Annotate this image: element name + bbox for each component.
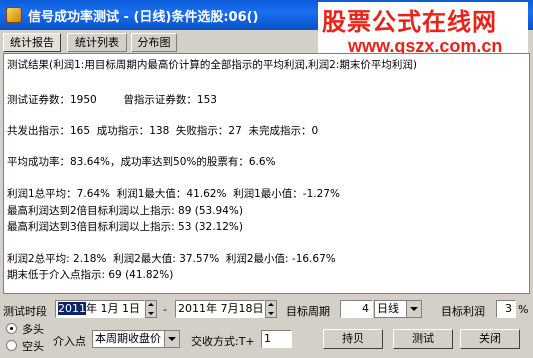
report-line: 期末低于介入点指示: 69 (41.82%) — [7, 269, 174, 281]
entry-point-select[interactable]: 本周期收盘价 — [92, 330, 180, 348]
chevron-down-icon — [164, 331, 179, 347]
test-button[interactable]: 测试 — [393, 329, 453, 349]
start-year: 2011 — [58, 302, 86, 315]
report-line: 平均成功率：83.64%，成功率达到50%的股票有：6.6% — [7, 156, 276, 168]
hold-button[interactable]: 持贝 — [323, 329, 383, 349]
report-line: 利润1总平均：7.64% 利润1最大值：41.62% 利润1最小值：-1.27% — [7, 188, 340, 200]
target-period-label: 目标周期 — [286, 305, 330, 318]
tab-distribution[interactable]: 分布图 — [131, 33, 177, 52]
target-period-input[interactable]: 4 — [340, 300, 373, 318]
report-line: 测试证券数：1950 曾指示证券数：153 — [7, 94, 217, 106]
period-unit-select[interactable]: 日线 — [374, 300, 422, 318]
app-icon — [6, 7, 22, 23]
report-line: 利润2总平均: 2.18% 利润2最大值: 37.57% 利润2最小值: -16… — [7, 253, 336, 265]
target-profit-input[interactable]: 3 — [496, 300, 516, 318]
window-title: 信号成功率测试 - (日线)条件选股:06() — [28, 10, 259, 25]
start-date-input[interactable]: 2011年 1月 1日 — [55, 300, 145, 318]
report-line: 最高利润达到3倍目标利润以上指示: 53 (32.12%) — [7, 221, 243, 233]
report-line: 测试结果(利润1:用目标周期内最高价计算的全部指示的平均利润,利润2:期末价平均… — [7, 59, 417, 71]
date-separator: - — [163, 303, 167, 316]
short-radio[interactable] — [6, 340, 17, 351]
close-button[interactable]: 关闭 — [460, 329, 520, 349]
report-line: 共发出指示：165 成功指示：138 失败指示：27 未完成指示：0 — [7, 125, 319, 137]
percent-label: % — [518, 303, 529, 316]
report-line: 最高利润达到2倍目标利润以上指示: 89 (53.94%) — [7, 205, 243, 217]
entry-label: 介入点 — [53, 335, 86, 348]
watermark-text: 股票公式在线网 — [322, 8, 497, 36]
target-profit-label: 目标利润 — [441, 305, 485, 318]
entry-point-value: 本周期收盘价 — [95, 332, 161, 345]
trade-days-input[interactable]: 1 — [261, 330, 292, 348]
long-label: 多头 — [22, 323, 44, 336]
end-date-spinner[interactable] — [265, 300, 277, 318]
start-date-rest: 年 1月 1日 — [86, 302, 140, 315]
end-date-input[interactable]: 2011年 7月18日 — [175, 300, 265, 318]
trade-label: 交收方式:T+ — [191, 335, 255, 348]
short-label: 空头 — [22, 340, 44, 353]
long-radio[interactable] — [6, 323, 17, 334]
start-date-spinner[interactable] — [145, 300, 157, 318]
period-label: 测试时段 — [3, 305, 47, 318]
report-panel: 测试结果(利润1:用目标周期内最高价计算的全部指示的平均利润,利润2:期末价平均… — [3, 53, 530, 294]
tab-list[interactable]: 统计列表 — [67, 33, 127, 52]
tab-report[interactable]: 统计报告 — [3, 33, 61, 52]
period-unit-value: 日线 — [377, 302, 399, 315]
chevron-down-icon — [406, 301, 421, 317]
